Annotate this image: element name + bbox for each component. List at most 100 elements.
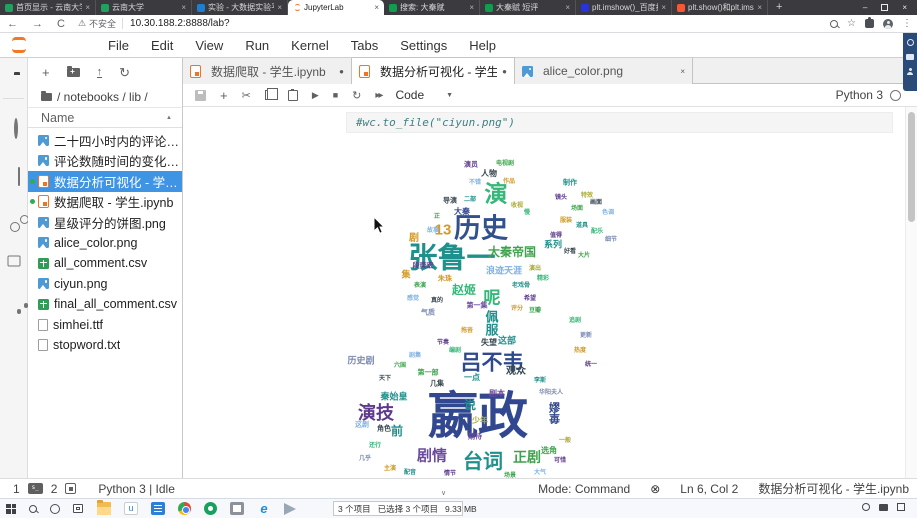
new-folder-icon[interactable]	[67, 68, 80, 77]
editor-mode[interactable]: Mode: Command	[538, 482, 630, 496]
menu-help[interactable]: Help	[458, 38, 507, 53]
new-launcher-icon[interactable]: +	[42, 65, 50, 80]
run-all-icon[interactable]: ▸▸	[375, 90, 381, 101]
document-tab[interactable]: 数据分析可视化 - 学生.ipynb●	[352, 57, 515, 84]
paste-icon[interactable]	[288, 90, 298, 101]
open-tabs-icon[interactable]	[7, 256, 20, 267]
run-icon[interactable]: ▶	[312, 90, 319, 101]
dirty-indicator[interactable]: ●	[502, 67, 507, 76]
file-item[interactable]: alice_color.png	[28, 233, 182, 254]
file-item[interactable]: 数据爬取 - 学生.ipynb	[28, 192, 182, 213]
task-view-icon[interactable]	[73, 504, 83, 513]
file-item[interactable]: ciyun.png	[28, 274, 182, 295]
browser-tab[interactable]: plt.show()和plt.imshow()的区别×	[672, 0, 768, 15]
browser-tab[interactable]: 云南大学×	[96, 0, 192, 15]
file-item[interactable]: stopword.txt	[28, 335, 182, 356]
user-icon[interactable]	[907, 68, 914, 75]
file-list-header[interactable]: Name ▲	[28, 108, 182, 128]
kernel-count[interactable]: 2	[51, 482, 58, 496]
file-item[interactable]: final_all_comment.csv	[28, 294, 182, 315]
url-field[interactable]: 10.30.188.2:8888/lab?	[122, 18, 230, 29]
document-tab[interactable]: alice_color.png×	[515, 58, 693, 84]
reload-icon[interactable]: C	[50, 18, 72, 30]
new-tab-button[interactable]: +	[768, 0, 790, 15]
browser-tab[interactable]: 实验 - 大数据实验平台×	[192, 0, 288, 15]
start-button-icon[interactable]	[6, 504, 16, 514]
file-item[interactable]: 数据分析可视化 - 学…	[28, 171, 182, 192]
browser-tab[interactable]: JupyterLab×	[288, 0, 384, 15]
cursor-position[interactable]: Ln 6, Col 2	[680, 482, 738, 496]
menu-edit[interactable]: Edit	[140, 38, 184, 53]
restore-icon[interactable]	[881, 4, 888, 11]
tray-icon[interactable]	[879, 504, 888, 511]
bookmark-icon[interactable]: ☆	[847, 18, 856, 29]
bell-icon[interactable]	[906, 54, 914, 60]
magnifier-icon[interactable]	[907, 39, 914, 46]
extension-icon[interactable]	[865, 19, 874, 28]
dirty-indicator[interactable]: ●	[339, 67, 344, 76]
browser-menu-icon[interactable]: ⋮	[902, 18, 912, 29]
browser-tab[interactable]: plt.imshow()_百度搜索×	[576, 0, 672, 15]
close-icon[interactable]: ×	[181, 3, 186, 12]
close-icon[interactable]: ×	[85, 3, 90, 12]
menu-file[interactable]: File	[97, 38, 140, 53]
close-icon[interactable]: ×	[277, 3, 282, 12]
close-icon[interactable]: ×	[902, 3, 907, 12]
file-item[interactable]: all_comment.csv	[28, 253, 182, 274]
browser-tab[interactable]: 首页显示 - 云南大学计算中心×	[0, 0, 96, 15]
forward-icon[interactable]: →	[25, 18, 50, 30]
tray-icon[interactable]	[897, 503, 905, 511]
stop-icon[interactable]: ■	[333, 90, 338, 100]
notebook-body[interactable]: #wc.to_file("ciyun.png") 嬴政张鲁一历史吕不韦台词演演技…	[183, 107, 917, 478]
menu-run[interactable]: Run	[234, 38, 280, 53]
file-explorer-icon[interactable]	[97, 502, 111, 515]
scrollbar[interactable]	[905, 107, 917, 478]
blue-app-icon[interactable]	[151, 502, 165, 515]
security-indicator[interactable]: ⚠不安全	[78, 17, 116, 30]
breadcrumb[interactable]: / notebooks / lib /	[28, 87, 182, 108]
home-folder-icon[interactable]	[41, 93, 52, 101]
name-column-header[interactable]: Name	[41, 111, 74, 125]
upload-icon[interactable]: ↑	[97, 67, 103, 78]
menu-view[interactable]: View	[184, 38, 234, 53]
file-item[interactable]: 星级评分的饼图.png	[28, 212, 182, 233]
file-item[interactable]: 二十四小时内的评论…	[28, 130, 182, 151]
search-icon[interactable]	[29, 505, 37, 513]
green-app-icon[interactable]	[204, 502, 217, 515]
restart-kernel-icon[interactable]: ↻	[352, 89, 361, 102]
zoom-icon[interactable]	[830, 20, 838, 28]
close-icon[interactable]: ×	[374, 3, 379, 12]
menu-kernel[interactable]: Kernel	[280, 38, 340, 53]
terminal-count[interactable]: 1	[13, 482, 20, 496]
hidden-icons-chevron[interactable]: ∨	[441, 489, 446, 497]
browser-tab[interactable]: 搜索: 大秦赋×	[384, 0, 480, 15]
gray-app-icon[interactable]	[230, 502, 244, 515]
scrollbar-thumb[interactable]	[908, 112, 915, 222]
cell-type-dropdown[interactable]: Code ▼	[395, 88, 453, 102]
document-tab[interactable]: 数据爬取 - 学生.ipynb●	[183, 58, 352, 84]
file-item[interactable]: 评论数随时间的变化…	[28, 151, 182, 172]
file-item[interactable]: simhei.ttf	[28, 315, 182, 336]
save-icon[interactable]	[195, 90, 206, 101]
kernel-status-text[interactable]: Python 3 | Idle	[98, 482, 175, 496]
close-icon[interactable]: ×	[680, 67, 685, 76]
commands-icon[interactable]	[18, 167, 20, 186]
u-app-icon[interactable]: u	[124, 502, 138, 515]
minimize-icon[interactable]: –	[863, 3, 867, 12]
profile-avatar[interactable]	[883, 19, 893, 29]
back-icon[interactable]: ←	[0, 18, 25, 30]
close-icon[interactable]: ×	[661, 3, 666, 12]
close-icon[interactable]: ×	[469, 3, 474, 12]
close-icon[interactable]: ×	[565, 3, 570, 12]
copy-icon[interactable]	[265, 90, 274, 100]
tray-icon[interactable]	[862, 503, 870, 511]
running-sessions-icon[interactable]	[14, 118, 18, 139]
chrome-app-icon[interactable]	[178, 502, 191, 515]
cortana-icon[interactable]	[50, 504, 60, 514]
menu-settings[interactable]: Settings	[389, 38, 458, 53]
ie-app-icon[interactable]: e	[257, 502, 271, 515]
code-cell[interactable]: #wc.to_file("ciyun.png")	[346, 112, 893, 133]
plane-app-icon[interactable]	[284, 503, 296, 515]
close-icon[interactable]: ×	[757, 3, 762, 12]
insert-cell-icon[interactable]: +	[220, 88, 228, 103]
